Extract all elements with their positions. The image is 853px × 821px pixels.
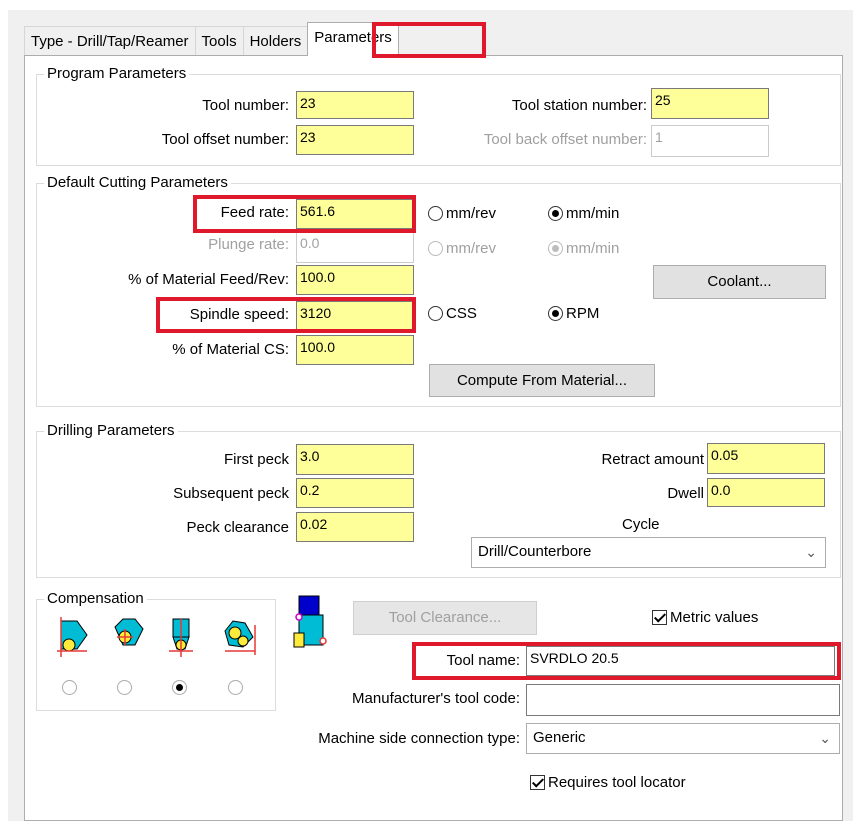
feed-rate-input[interactable]: 561.6 <box>296 199 414 229</box>
radio-circle <box>548 306 563 321</box>
tool-preview-icon <box>293 595 327 648</box>
radio-circle <box>548 241 563 256</box>
checkbox-label: Metric values <box>670 609 759 626</box>
checkbox-box <box>530 775 545 790</box>
radio-circle <box>228 680 243 695</box>
comp-radio-1[interactable] <box>62 680 80 695</box>
tab-type[interactable]: Type - Drill/Tap/Reamer <box>24 26 196 56</box>
compensation-title: Compensation <box>44 590 147 607</box>
retract-amount-input[interactable]: 0.05 <box>707 443 825 474</box>
metric-values-checkbox[interactable]: Metric values <box>652 609 758 626</box>
cutting-parameters-title: Default Cutting Parameters <box>44 174 231 191</box>
coolant-button[interactable]: Coolant... <box>653 265 826 299</box>
radio-circle <box>548 206 563 221</box>
tool-clearance-button[interactable]: Tool Clearance... <box>353 601 537 635</box>
radio-rpm[interactable]: RPM <box>548 305 599 322</box>
radio-plunge-mm-rev[interactable]: mm/rev <box>428 240 496 257</box>
top-strip <box>0 0 853 10</box>
cycle-value: Drill/Counterbore <box>478 543 592 560</box>
tab-tools[interactable]: Tools <box>194 26 244 56</box>
comp-radio-3[interactable] <box>172 680 190 695</box>
tool-station-input[interactable]: 25 <box>651 88 769 119</box>
radio-label: RPM <box>566 305 600 322</box>
tab-bar: Type - Drill/Tap/Reamer Tools Holders Pa… <box>24 22 399 56</box>
tab-parameters[interactable]: Parameters <box>307 22 399 56</box>
radio-circle <box>428 241 443 256</box>
material-cs-input[interactable]: 100.0 <box>296 335 414 365</box>
cycle-label: Cycle <box>622 516 660 533</box>
machine-connection-select[interactable]: Generic ⌄ <box>526 723 840 754</box>
plunge-rate-input[interactable]: 0.0 <box>296 231 414 263</box>
requires-tool-locator-checkbox[interactable]: Requires tool locator <box>530 774 686 791</box>
radio-plunge-mm-min[interactable]: mm/min <box>548 240 619 257</box>
radio-circle <box>172 680 187 695</box>
tool-offset-input[interactable]: 23 <box>296 125 414 155</box>
first-peck-input[interactable]: 3.0 <box>296 444 414 475</box>
comp-icon-3 <box>169 618 193 657</box>
material-feed-input[interactable]: 100.0 <box>296 265 414 295</box>
plunge-rate-label: Plunge rate: <box>208 236 289 253</box>
tool-back-offset-input[interactable]: 1 <box>651 125 769 157</box>
material-feed-label: % of Material Feed/Rev: <box>128 271 289 288</box>
tool-number-label: Tool number: <box>202 97 289 114</box>
radio-feed-mm-min[interactable]: mm/min <box>548 205 619 222</box>
radio-circle <box>428 206 443 221</box>
manufacturer-code-input[interactable] <box>526 684 840 716</box>
tool-station-label: Tool station number: <box>511 97 647 114</box>
radio-label: CSS <box>446 305 477 322</box>
comp-radio-2[interactable] <box>117 680 135 695</box>
peck-clearance-input[interactable]: 0.02 <box>296 512 414 542</box>
tab-holders[interactable]: Holders <box>242 26 309 56</box>
comp-icon-2 <box>114 618 144 646</box>
drilling-parameters-title: Drilling Parameters <box>44 422 178 439</box>
compute-from-material-button[interactable]: Compute From Material... <box>429 364 655 397</box>
material-cs-label: % of Material CS: <box>172 341 289 358</box>
compensation-icons <box>57 617 256 657</box>
chevron-down-icon: ⌄ <box>805 544 817 560</box>
tool-name-input[interactable]: SVRDLO 20.5 <box>526 646 835 676</box>
manufacturer-code-label: Manufacturer's tool code: <box>352 690 520 707</box>
program-parameters-title: Program Parameters <box>44 65 190 82</box>
comp-radio-4[interactable] <box>228 680 246 695</box>
tool-number-input[interactable]: 23 <box>296 91 414 119</box>
radio-label: mm/rev <box>446 205 496 222</box>
comp-icon-4 <box>224 620 256 655</box>
tool-name-label: Tool name: <box>446 652 520 669</box>
radio-label: mm/min <box>566 240 620 257</box>
machine-connection-value: Generic <box>533 729 586 746</box>
tool-back-offset-label: Tool back offset number: <box>483 131 647 148</box>
machine-connection-label: Machine side connection type: <box>318 730 520 747</box>
dwell-label: Dwell <box>667 485 704 502</box>
cycle-select[interactable]: Drill/Counterbore ⌄ <box>471 537 826 568</box>
radio-label: mm/min <box>566 205 620 222</box>
radio-css[interactable]: CSS <box>428 305 477 322</box>
radio-circle <box>428 306 443 321</box>
first-peck-label: First peck <box>223 451 289 468</box>
subsequent-peck-label: Subsequent peck <box>173 485 289 502</box>
radio-circle <box>62 680 77 695</box>
checkbox-box <box>652 610 667 625</box>
retract-amount-label: Retract amount <box>601 451 704 468</box>
checkbox-label: Requires tool locator <box>548 774 686 791</box>
radio-circle <box>117 680 132 695</box>
subsequent-peck-input[interactable]: 0.2 <box>296 478 414 508</box>
tool-offset-label: Tool offset number: <box>161 131 289 148</box>
spindle-speed-label: Spindle speed: <box>189 306 289 323</box>
radio-feed-mm-rev[interactable]: mm/rev <box>428 205 496 222</box>
dwell-input[interactable]: 0.0 <box>707 478 825 507</box>
feed-rate-label: Feed rate: <box>220 204 289 221</box>
chevron-down-icon: ⌄ <box>819 730 831 746</box>
spindle-speed-input[interactable]: 3120 <box>296 301 414 330</box>
left-strip <box>0 0 8 821</box>
radio-label: mm/rev <box>446 240 496 257</box>
peck-clearance-label: Peck clearance <box>186 519 289 536</box>
comp-icon-1 <box>57 617 88 657</box>
